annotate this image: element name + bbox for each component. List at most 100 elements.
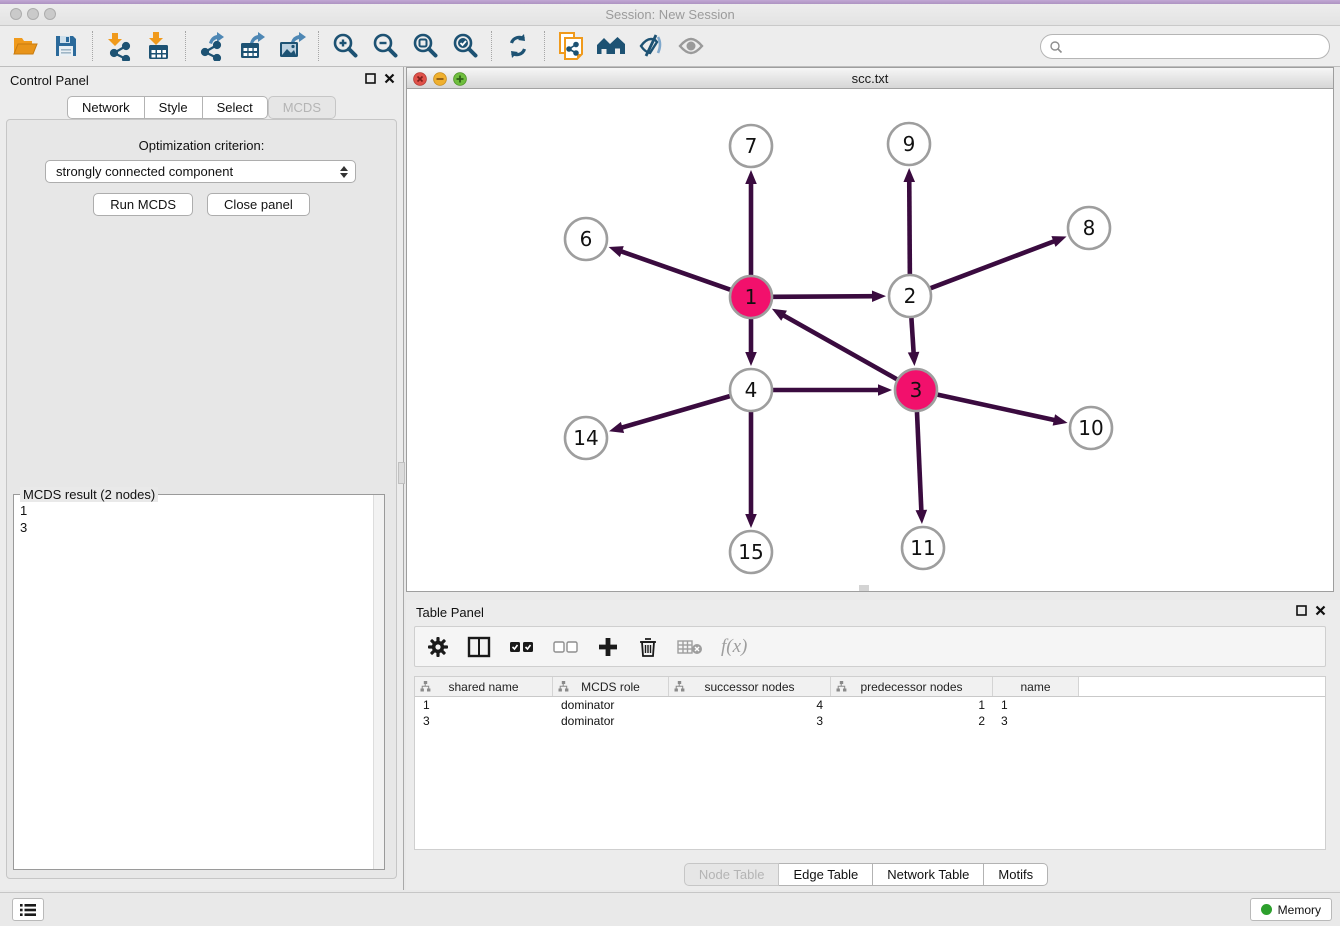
table-cell[interactable]: dominator: [553, 713, 669, 729]
unselect-all-icon[interactable]: [553, 640, 579, 654]
tab-style[interactable]: Style: [145, 96, 203, 119]
search-input[interactable]: [1063, 40, 1329, 54]
table-cell[interactable]: dominator: [553, 697, 669, 713]
close-panel-icon[interactable]: [384, 73, 395, 84]
open-folder-icon[interactable]: [6, 29, 46, 63]
mcds-result-list[interactable]: 1 3: [14, 498, 372, 869]
save-icon[interactable]: [46, 29, 86, 63]
import-table-icon[interactable]: [139, 29, 179, 63]
float-table-panel-icon[interactable]: [1296, 605, 1307, 616]
tab-network-table[interactable]: Network Table: [873, 863, 984, 886]
edge-1-2[interactable]: [773, 296, 877, 297]
close-table-panel-icon[interactable]: [1315, 605, 1326, 616]
control-panel: Control Panel Network Style Select MCDS …: [0, 67, 404, 890]
gear-icon[interactable]: [427, 636, 449, 658]
edge-1-6[interactable]: [617, 250, 730, 290]
table-row[interactable]: 3dominator323: [415, 713, 1325, 729]
select-all-icon[interactable]: [509, 640, 535, 654]
function-builder-icon[interactable]: f(x): [721, 636, 747, 658]
table-cell[interactable]: 1: [993, 697, 1079, 713]
node-label-9: 9: [903, 132, 916, 156]
show-all-icon[interactable]: [671, 29, 711, 63]
run-mcds-button[interactable]: Run MCDS: [93, 193, 193, 216]
control-panel-title: Control Panel: [10, 73, 89, 88]
memory-button[interactable]: Memory: [1250, 898, 1332, 921]
hierarchy-icon: [836, 681, 847, 692]
zoom-in-icon[interactable]: [325, 29, 365, 63]
hierarchy-icon: [674, 681, 685, 692]
tab-mcds[interactable]: MCDS: [268, 96, 336, 119]
tab-edge-table[interactable]: Edge Table: [779, 863, 873, 886]
node-label-11: 11: [910, 536, 935, 560]
main-toolbar: [0, 26, 1340, 67]
toolbar-separator: [491, 31, 492, 61]
table-row[interactable]: 1dominator411: [415, 697, 1325, 713]
panel-splitter-handle[interactable]: [398, 462, 405, 484]
network-window-titlebar[interactable]: scc.txt: [407, 68, 1333, 89]
result-scrollbar[interactable]: [373, 495, 384, 869]
search-field[interactable]: [1040, 34, 1330, 59]
edge-3-11[interactable]: [917, 412, 922, 515]
delete-table-icon[interactable]: [677, 638, 703, 656]
control-panel-tabs: Network Style Select MCDS: [0, 96, 403, 119]
export-table-icon[interactable]: [232, 29, 272, 63]
list-icon: [20, 903, 36, 917]
delete-column-icon[interactable]: [637, 636, 659, 658]
export-image-icon[interactable]: [272, 29, 312, 63]
result-line: 3: [20, 519, 366, 536]
columns-icon[interactable]: [467, 635, 491, 659]
table-cell[interactable]: 2: [831, 713, 993, 729]
zoom-selected-icon[interactable]: [445, 29, 485, 63]
column-header-predecessor-nodes[interactable]: predecessor nodes: [831, 677, 993, 696]
edge-2-8[interactable]: [931, 240, 1059, 288]
table-cell[interactable]: 3: [415, 713, 553, 729]
column-header-successor-nodes[interactable]: successor nodes: [669, 677, 831, 696]
edge-3-10[interactable]: [937, 395, 1058, 421]
edge-arrowhead: [903, 168, 915, 182]
table-cell[interactable]: 3: [993, 713, 1079, 729]
task-history-button[interactable]: [12, 898, 44, 921]
node-label-15: 15: [738, 540, 763, 564]
network-canvas[interactable]: 7968124314101511: [407, 89, 1333, 591]
import-network-icon[interactable]: [99, 29, 139, 63]
node-label-14: 14: [573, 426, 598, 450]
zoom-fit-icon[interactable]: [405, 29, 445, 63]
hide-selected-icon[interactable]: [631, 29, 671, 63]
tab-node-table[interactable]: Node Table: [684, 863, 780, 886]
table-cell[interactable]: 1: [415, 697, 553, 713]
network-view-window: scc.txt 7968124314101511: [406, 67, 1334, 592]
edge-2-9[interactable]: [909, 177, 910, 274]
houses-icon[interactable]: [591, 29, 631, 63]
edge-4-14[interactable]: [618, 396, 730, 429]
refresh-icon[interactable]: [498, 29, 538, 63]
edge-2-3[interactable]: [911, 318, 913, 357]
edge-arrowhead: [1053, 414, 1068, 425]
column-header-shared-name[interactable]: shared name: [415, 677, 553, 696]
add-column-icon[interactable]: [597, 636, 619, 658]
toolbar-separator: [92, 31, 93, 61]
export-network-icon[interactable]: [192, 29, 232, 63]
column-header-name[interactable]: name: [993, 677, 1079, 696]
application-window: Session: New Session: [0, 0, 1340, 926]
table-cell[interactable]: 4: [669, 697, 831, 713]
edge-arrowhead: [908, 352, 920, 366]
float-panel-icon[interactable]: [365, 73, 376, 84]
close-panel-button[interactable]: Close panel: [207, 193, 310, 216]
column-header-mcds-role[interactable]: MCDS role: [553, 677, 669, 696]
tab-network[interactable]: Network: [67, 96, 145, 119]
edge-3-1[interactable]: [780, 313, 897, 379]
edge-arrowhead: [609, 246, 624, 257]
tab-motifs[interactable]: Motifs: [984, 863, 1048, 886]
edge-arrowhead: [745, 514, 757, 528]
canvas-resize-handle[interactable]: [859, 585, 869, 591]
table-cell[interactable]: 1: [831, 697, 993, 713]
criterion-select[interactable]: strongly connected component: [45, 160, 356, 183]
table-cell[interactable]: 3: [669, 713, 831, 729]
node-label-2: 2: [904, 284, 917, 308]
zoom-out-icon[interactable]: [365, 29, 405, 63]
edge-arrowhead: [745, 170, 757, 184]
tab-select[interactable]: Select: [203, 96, 268, 119]
node-label-1: 1: [745, 285, 758, 309]
clone-network-icon[interactable]: [551, 29, 591, 63]
mcds-tab-content: Optimization criterion: strongly connect…: [6, 119, 397, 879]
